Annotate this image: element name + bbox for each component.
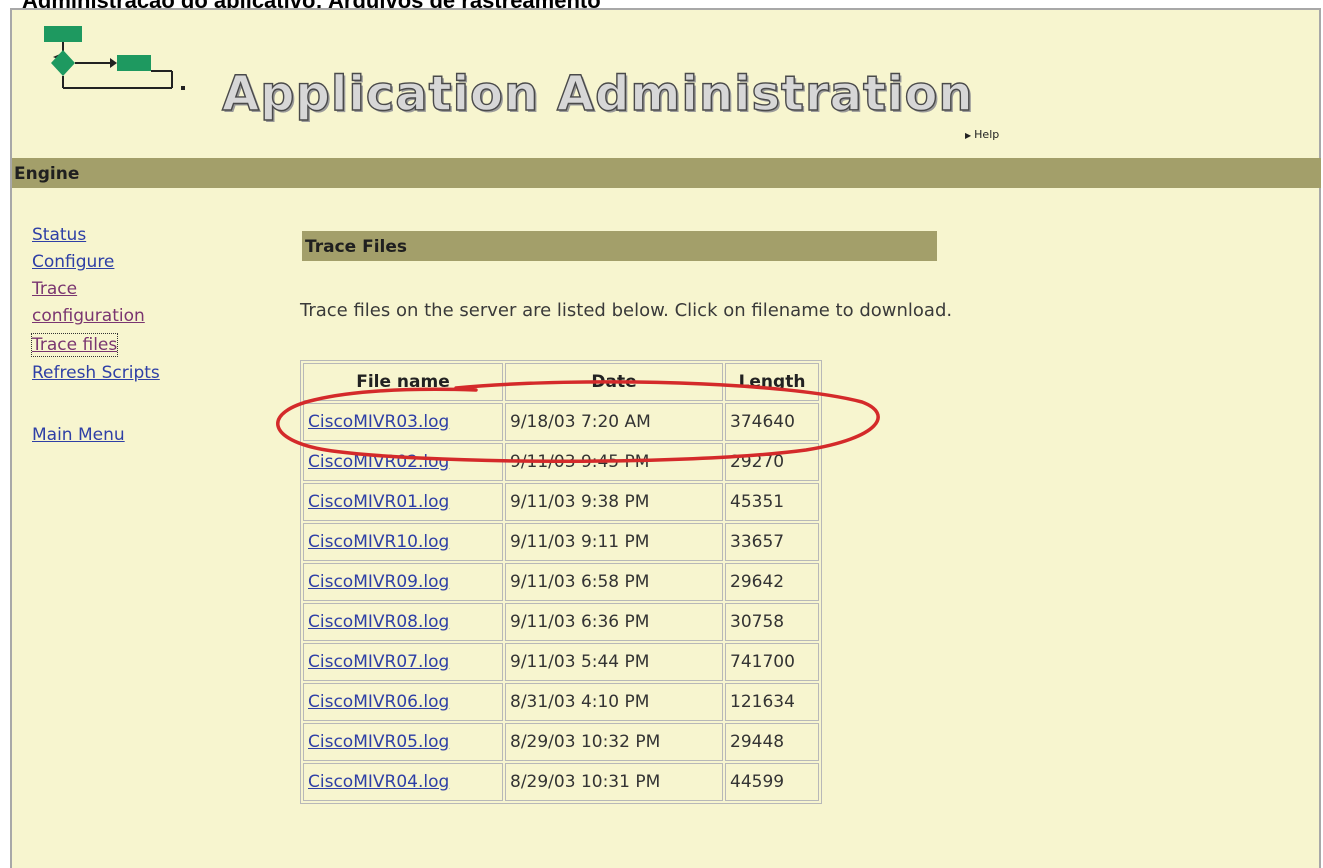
sidebar-item-main-menu[interactable]: Main Menu (32, 422, 232, 449)
length-cell: 44599 (725, 763, 819, 801)
table-row: CiscoMIVR09.log 9/11/03 6:58 PM 29642 (303, 563, 819, 601)
file-link[interactable]: CiscoMIVR03.log (308, 412, 449, 432)
engine-bar: Engine (12, 158, 1321, 188)
engine-bar-label: Engine (14, 164, 80, 184)
file-link[interactable]: CiscoMIVR02.log (308, 452, 449, 472)
file-cell: CiscoMIVR04.log (303, 763, 503, 801)
help-label: Help (974, 128, 1000, 141)
length-cell: 29448 (725, 723, 819, 761)
section-header: Trace Files (302, 231, 937, 261)
length-cell: 741700 (725, 643, 819, 681)
file-cell: CiscoMIVR07.log (303, 643, 503, 681)
table-row: CiscoMIVR03.log 9/18/03 7:20 AM 374640 (303, 403, 819, 441)
file-link[interactable]: CiscoMIVR05.log (308, 732, 449, 752)
file-link[interactable]: CiscoMIVR01.log (308, 492, 449, 512)
trace-files-table: File name Date Length CiscoMIVR03.log 9/… (300, 360, 822, 804)
table-row: CiscoMIVR10.log 9/11/03 9:11 PM 33657 (303, 523, 819, 561)
section-title: Trace Files (305, 237, 408, 257)
column-header-length: Length (725, 363, 819, 401)
file-cell: CiscoMIVR05.log (303, 723, 503, 761)
column-header-file-name: File name (303, 363, 503, 401)
table-row: CiscoMIVR02.log 9/11/03 9:45 PM 29270 (303, 443, 819, 481)
table-header-row: File name Date Length (303, 363, 819, 401)
sidebar-item-status[interactable]: Status (32, 222, 232, 249)
file-link[interactable]: CiscoMIVR06.log (308, 692, 449, 712)
file-cell: CiscoMIVR06.log (303, 683, 503, 721)
table-row: CiscoMIVR06.log 8/31/03 4:10 PM 121634 (303, 683, 819, 721)
file-link[interactable]: CiscoMIVR08.log (308, 612, 449, 632)
length-cell: 30758 (725, 603, 819, 641)
sidebar-item-trace-files[interactable]: Trace files (30, 333, 119, 357)
file-cell: CiscoMIVR02.log (303, 443, 503, 481)
sidebar-item-trace-configuration[interactable]: Trace configuration (32, 276, 182, 330)
date-cell: 8/31/03 4:10 PM (505, 683, 723, 721)
date-cell: 9/11/03 9:11 PM (505, 523, 723, 561)
file-link[interactable]: CiscoMIVR09.log (308, 572, 449, 592)
help-link[interactable]: ▶ Help (965, 128, 999, 141)
file-cell: CiscoMIVR10.log (303, 523, 503, 561)
date-cell: 9/11/03 5:44 PM (505, 643, 723, 681)
date-cell: 9/11/03 9:45 PM (505, 443, 723, 481)
file-link[interactable]: CiscoMIVR04.log (308, 772, 449, 792)
workflow-logo-icon (44, 26, 185, 90)
file-link[interactable]: CiscoMIVR10.log (308, 532, 449, 552)
sidebar-item-configure[interactable]: Configure (32, 249, 232, 276)
file-link[interactable]: CiscoMIVR07.log (308, 652, 449, 672)
table-row: CiscoMIVR07.log 9/11/03 5:44 PM 741700 (303, 643, 819, 681)
instructions-text: Trace files on the server are listed bel… (300, 300, 953, 321)
table-row: CiscoMIVR04.log 8/29/03 10:31 PM 44599 (303, 763, 819, 801)
file-cell: CiscoMIVR03.log (303, 403, 503, 441)
length-cell: 29642 (725, 563, 819, 601)
date-cell: 9/11/03 6:36 PM (505, 603, 723, 641)
date-cell: 8/29/03 10:32 PM (505, 723, 723, 761)
date-cell: 9/11/03 9:38 PM (505, 483, 723, 521)
column-header-date: Date (505, 363, 723, 401)
table-row: CiscoMIVR08.log 9/11/03 6:36 PM 30758 (303, 603, 819, 641)
triangle-right-icon: ▶ (965, 131, 972, 140)
date-cell: 9/11/03 6:58 PM (505, 563, 723, 601)
date-cell: 9/18/03 7:20 AM (505, 403, 723, 441)
table-row: CiscoMIVR05.log 8/29/03 10:32 PM 29448 (303, 723, 819, 761)
file-cell: CiscoMIVR09.log (303, 563, 503, 601)
sidebar-item-refresh-scripts[interactable]: Refresh Scripts (32, 360, 232, 387)
length-cell: 33657 (725, 523, 819, 561)
date-cell: 8/29/03 10:31 PM (505, 763, 723, 801)
file-cell: CiscoMIVR01.log (303, 483, 503, 521)
table-row: CiscoMIVR01.log 9/11/03 9:38 PM 45351 (303, 483, 819, 521)
app-title: Application Administration (221, 65, 974, 122)
length-cell: 121634 (725, 683, 819, 721)
file-cell: CiscoMIVR08.log (303, 603, 503, 641)
length-cell: 29270 (725, 443, 819, 481)
length-cell: 374640 (725, 403, 819, 441)
length-cell: 45351 (725, 483, 819, 521)
sidebar-nav: Status Configure Trace configuration Tra… (30, 222, 232, 449)
